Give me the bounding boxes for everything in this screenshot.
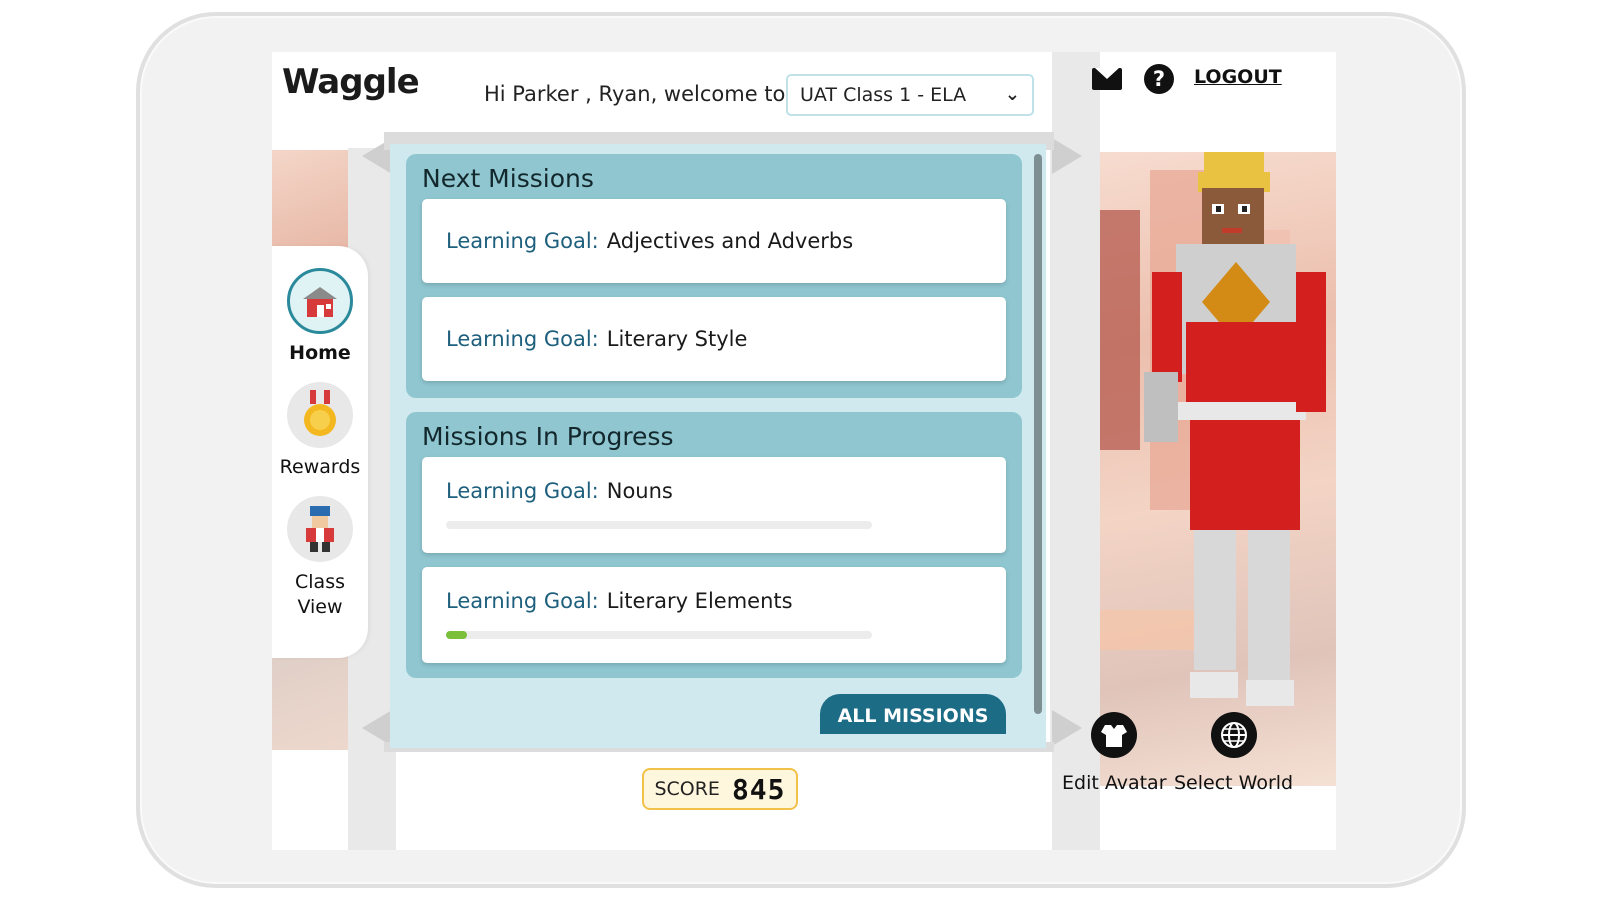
progress-bar bbox=[446, 521, 872, 529]
chevron-down-icon: ⌄ bbox=[1004, 84, 1020, 105]
globe-icon bbox=[1210, 712, 1257, 758]
mission-card[interactable]: Learning Goal: Literary Elements bbox=[422, 567, 1006, 663]
sidebar-item-rewards[interactable]: Rewards bbox=[272, 382, 368, 478]
sidebar-item-label: Class View bbox=[295, 571, 345, 618]
section-title: Next Missions bbox=[422, 164, 594, 193]
logout-link[interactable]: LOGOUT bbox=[1194, 66, 1282, 88]
class-avatar-icon bbox=[287, 496, 353, 562]
select-world-label: Select World bbox=[1174, 772, 1294, 794]
score-badge: SCORE 845 bbox=[642, 768, 798, 810]
class-select-value: UAT Class 1 - ELA bbox=[800, 84, 967, 106]
edit-avatar-button[interactable]: Edit Avatar bbox=[1062, 712, 1167, 794]
mission-card[interactable]: Learning Goal: Nouns bbox=[422, 457, 1006, 553]
progress-fill bbox=[446, 631, 468, 639]
learning-goal-label: Learning Goal: bbox=[446, 327, 599, 351]
shirt-icon bbox=[1091, 712, 1138, 758]
sidebar-item-class-view[interactable]: Class View bbox=[272, 496, 368, 620]
carousel-prev-bottom-arrow[interactable] bbox=[362, 710, 392, 746]
mission-topic: Nouns bbox=[606, 479, 673, 503]
sidebar-item-label: Rewards bbox=[279, 456, 361, 478]
mission-topic: Adjectives and Adverbs bbox=[606, 229, 854, 253]
select-world-button[interactable]: Select World bbox=[1174, 712, 1293, 794]
welcome-text: Hi Parker , Ryan, welcome to bbox=[484, 82, 786, 106]
edit-avatar-label: Edit Avatar bbox=[1062, 772, 1167, 794]
progress-bar bbox=[446, 631, 872, 639]
waggle-logo[interactable]: Waggle bbox=[282, 62, 420, 102]
score-label: SCORE bbox=[654, 778, 720, 800]
missions-in-progress-section: Missions In Progress Learning Goal: Nouns… bbox=[406, 412, 1022, 678]
class-select[interactable]: UAT Class 1 - ELA ⌄ bbox=[786, 74, 1034, 116]
mission-topic: Literary Style bbox=[606, 327, 748, 351]
carousel-next-top-arrow[interactable] bbox=[1052, 138, 1082, 174]
sidebar-item-label: Home bbox=[289, 342, 351, 364]
medal-icon bbox=[287, 382, 353, 448]
learning-goal-label: Learning Goal: bbox=[446, 589, 599, 613]
mission-topic: Literary Elements bbox=[606, 589, 793, 613]
next-missions-section: Next Missions Learning Goal: Adjectives a… bbox=[406, 154, 1022, 398]
score-value: 845 bbox=[731, 772, 786, 806]
mission-card[interactable]: Learning Goal: Literary Style bbox=[422, 297, 1006, 381]
mission-card[interactable]: Learning Goal: Adjectives and Adverbs bbox=[422, 199, 1006, 283]
section-title: Missions In Progress bbox=[422, 422, 674, 451]
learning-goal-label: Learning Goal: bbox=[446, 479, 599, 503]
help-icon[interactable]: ? bbox=[1144, 64, 1174, 94]
app-screen: Waggle Hi Parker , Ryan, welcome to UAT … bbox=[272, 52, 1336, 850]
mail-icon[interactable] bbox=[1092, 68, 1122, 90]
side-nav: Home Rewards Class View bbox=[272, 246, 368, 658]
home-icon bbox=[287, 268, 353, 334]
learning-goal-label: Learning Goal: bbox=[446, 229, 599, 253]
player-avatar bbox=[1130, 152, 1330, 712]
sidebar-item-home[interactable]: Home bbox=[272, 268, 368, 364]
missions-scrollbar[interactable] bbox=[1034, 154, 1042, 714]
all-missions-button[interactable]: ALL MISSIONS bbox=[820, 694, 1006, 734]
